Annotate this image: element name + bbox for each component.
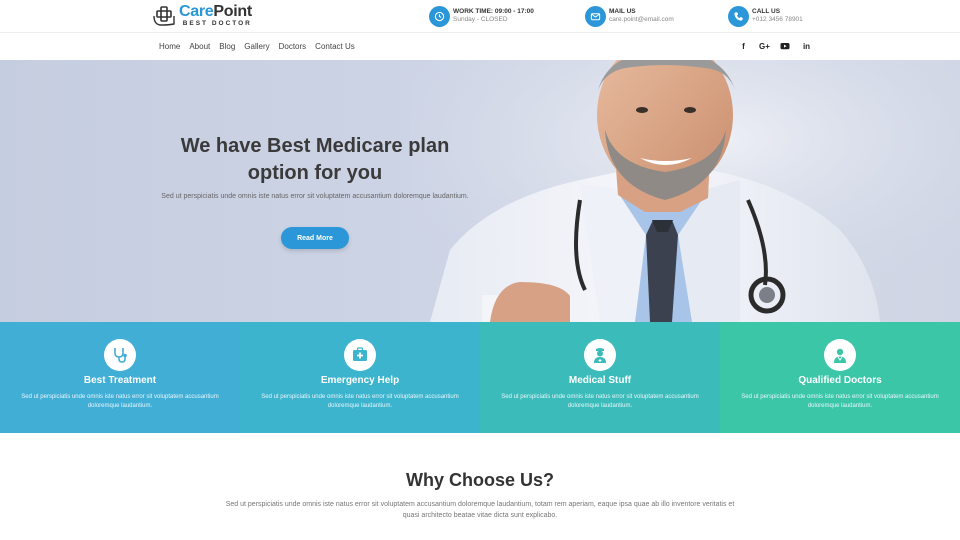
contact-phone-link[interactable]: +012 3456 78901 (752, 16, 803, 24)
brand-tagline: BEST DOCTOR (182, 20, 252, 28)
features-strip: Best Treatment Sed ut perspiciatis unde … (0, 322, 960, 433)
feature-emergency-help[interactable]: Emergency Help Sed ut perspiciatis unde … (240, 322, 480, 433)
facebook-icon[interactable]: f (738, 42, 749, 51)
brand-name-part2: Point (213, 3, 252, 21)
doctor-icon (824, 339, 856, 371)
nav-contact-us[interactable]: Contact Us (315, 42, 355, 51)
feature-text: Sed ut perspiciatis unde omnis iste natu… (741, 394, 939, 410)
nav-about[interactable]: About (189, 42, 210, 51)
phone-icon (728, 5, 749, 27)
feature-text: Sed ut perspiciatis unde omnis iste natu… (21, 394, 219, 410)
brand-name-part1: Care (179, 3, 214, 21)
hero-title-line1: We have Best Medicare plan (180, 135, 450, 157)
section-text: Sed ut perspiciatis unde omnis iste natu… (225, 501, 735, 520)
nurse-icon (584, 339, 616, 371)
medical-kit-icon (344, 339, 376, 371)
read-more-button[interactable]: Read More (281, 227, 349, 249)
contact-phone[interactable]: CALL US +012 3456 78901 (728, 5, 803, 27)
contact-work-time: WORK TIME: 09:00 - 17:00 Sunday - CLOSED (429, 5, 534, 27)
youtube-icon[interactable] (780, 41, 791, 51)
feature-qualified-doctors[interactable]: Qualified Doctors Sed ut perspiciatis un… (720, 322, 960, 433)
nav-blog[interactable]: Blog (219, 42, 235, 51)
brand-logo[interactable]: CarePoint BEST DOCTOR (152, 4, 252, 28)
feature-title: Qualified Doctors (798, 375, 882, 386)
contact-value: Sunday - CLOSED (453, 16, 508, 23)
feature-text: Sed ut perspiciatis unde omnis iste natu… (501, 394, 699, 410)
google-plus-icon[interactable]: G+ (759, 42, 770, 51)
main-navbar: Home About Blog Gallery Doctors Contact … (0, 32, 960, 60)
section-title: Why Choose Us? (405, 470, 554, 490)
feature-title: Medical Stuff (568, 375, 632, 386)
social-links: f G+ in (738, 41, 812, 51)
top-bar: CarePoint BEST DOCTOR WORK TIME: 09:00 -… (0, 0, 960, 32)
doctor-hero-image (410, 60, 960, 322)
hero-subtitle: Sed ut perspiciatis unde omnis iste natu… (161, 193, 469, 200)
nav-gallery[interactable]: Gallery (244, 42, 269, 51)
mail-icon (585, 5, 606, 27)
feature-text: Sed ut perspiciatis unde omnis iste natu… (261, 394, 459, 410)
hero-title: We have Best Medicare plan option for yo… (130, 133, 500, 187)
linkedin-icon[interactable]: in (801, 42, 812, 51)
contact-label: WORK TIME: 09:00 - 17:00 (453, 8, 534, 16)
nav-home[interactable]: Home (159, 42, 180, 51)
feature-medical-stuff[interactable]: Medical Stuff Sed ut perspiciatis unde o… (480, 322, 720, 433)
feature-title: Emergency Help (320, 375, 400, 386)
stethoscope-icon (104, 339, 136, 371)
hands-cross-logo-icon (153, 6, 175, 26)
hero-title-line2: option for you (247, 162, 383, 184)
contact-email-link[interactable]: care.point@email.com (609, 16, 674, 24)
nav-doctors[interactable]: Doctors (279, 42, 307, 51)
contact-label: MAIL US (609, 8, 636, 16)
contact-mail[interactable]: MAIL US care.point@email.com (585, 5, 674, 27)
feature-title: Best Treatment (83, 375, 157, 386)
contact-label: CALL US (752, 8, 781, 16)
hero-banner: We have Best Medicare plan option for yo… (0, 60, 960, 322)
main-nav: Home About Blog Gallery Doctors Contact … (159, 42, 355, 51)
feature-best-treatment[interactable]: Best Treatment Sed ut perspiciatis unde … (0, 322, 240, 433)
why-choose-us-section: Why Choose Us? Sed ut perspiciatis unde … (0, 433, 960, 540)
clock-icon (429, 5, 450, 27)
